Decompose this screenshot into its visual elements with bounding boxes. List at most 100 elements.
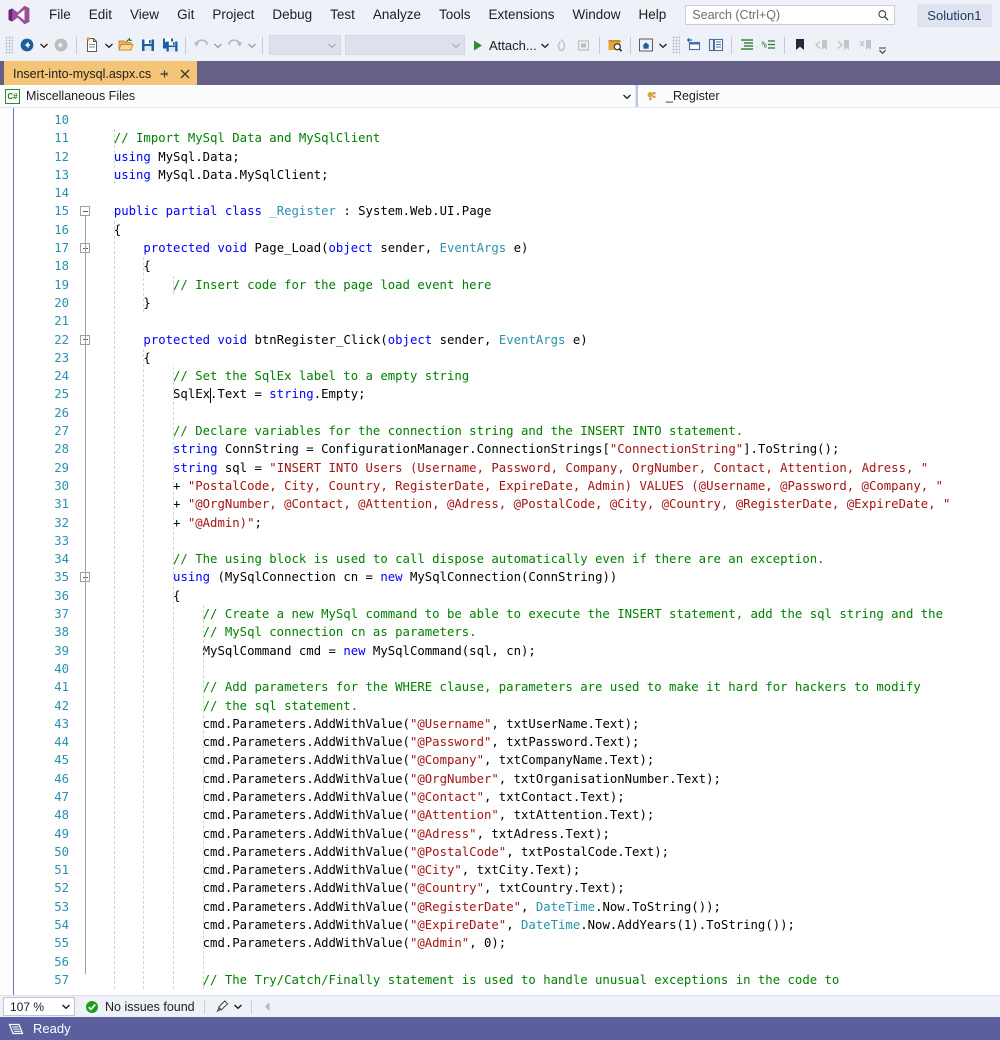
code-line[interactable]: // Insert code for the page load event h… bbox=[95, 276, 1000, 294]
code-cleanup-group[interactable] bbox=[214, 999, 242, 1015]
menu-item-edit[interactable]: Edit bbox=[80, 3, 121, 27]
hot-reload-button[interactable] bbox=[551, 34, 573, 56]
outline-toggle[interactable] bbox=[77, 331, 95, 349]
menu-item-test[interactable]: Test bbox=[321, 3, 364, 27]
new-item-button[interactable] bbox=[81, 34, 103, 56]
code-line[interactable]: // Add parameters for the WHERE clause, … bbox=[95, 678, 1000, 696]
navigate-forward-button[interactable] bbox=[50, 34, 72, 56]
code-line[interactable]: { bbox=[95, 587, 1000, 605]
code-line[interactable]: cmd.Parameters.AddWithValue("@PostalCode… bbox=[95, 843, 1000, 861]
code-line[interactable]: } bbox=[95, 294, 1000, 312]
code-line[interactable]: cmd.Parameters.AddWithValue("@Contact", … bbox=[95, 788, 1000, 806]
code-editor[interactable]: 10 11 12 13 14 15 16 17 18 19 20 21 22 23 24 25 26 27 28 29… bbox=[0, 108, 1000, 995]
previous-bookmark-button[interactable] bbox=[811, 34, 833, 56]
code-line[interactable]: cmd.Parameters.AddWithValue("@Country", … bbox=[95, 879, 1000, 897]
selection-margin[interactable] bbox=[0, 108, 13, 995]
properties-window-button[interactable] bbox=[683, 34, 705, 56]
pin-icon[interactable] bbox=[156, 66, 172, 82]
code-line[interactable]: + "PostalCode, City, Country, RegisterDa… bbox=[95, 477, 1000, 495]
code-line[interactable] bbox=[95, 312, 1000, 330]
menu-item-view[interactable]: View bbox=[121, 3, 168, 27]
code-line[interactable]: // The using block is used to call dispo… bbox=[95, 550, 1000, 568]
code-line[interactable] bbox=[95, 111, 1000, 129]
solution-platform-combo[interactable] bbox=[345, 35, 465, 55]
code-line[interactable]: // MySql connection cn as parameters. bbox=[95, 623, 1000, 641]
toolbar-grip[interactable] bbox=[5, 36, 13, 54]
menu-item-help[interactable]: Help bbox=[630, 3, 676, 27]
clear-bookmarks-button[interactable] bbox=[855, 34, 877, 56]
code-line[interactable]: string sql = "INSERT INTO Users (Usernam… bbox=[95, 459, 1000, 477]
menu-item-tools[interactable]: Tools bbox=[430, 3, 480, 27]
code-line[interactable]: // Set the SqlEx label to a empty string bbox=[95, 367, 1000, 385]
navigate-backward-dropdown[interactable] bbox=[38, 34, 50, 56]
code-line[interactable]: cmd.Parameters.AddWithValue("@ExpireDate… bbox=[95, 916, 1000, 934]
stop-button[interactable] bbox=[573, 34, 595, 56]
code-line[interactable]: cmd.Parameters.AddWithValue("@OrgNumber"… bbox=[95, 770, 1000, 788]
code-line[interactable]: + "@Admin)"; bbox=[95, 514, 1000, 532]
code-line[interactable]: cmd.Parameters.AddWithValue("@Company", … bbox=[95, 751, 1000, 769]
navigate-backward-button[interactable] bbox=[16, 34, 38, 56]
attach-debugger-button[interactable]: Attach... bbox=[467, 34, 551, 56]
code-line[interactable]: { bbox=[95, 349, 1000, 367]
project-dropdown-chevron[interactable] bbox=[619, 94, 635, 99]
code-line[interactable]: { bbox=[95, 257, 1000, 275]
code-line[interactable]: SqlEx.Text = string.Empty; bbox=[95, 385, 1000, 403]
menu-item-window[interactable]: Window bbox=[564, 3, 630, 27]
save-button[interactable] bbox=[137, 34, 159, 56]
code-line[interactable] bbox=[95, 953, 1000, 971]
toolbox-button[interactable] bbox=[705, 34, 727, 56]
document-tab-insert-into-mysql[interactable]: Insert-into-mysql.aspx.cs bbox=[4, 61, 198, 85]
code-line[interactable]: using (MySqlConnection cn = new MySqlCon… bbox=[95, 568, 1000, 586]
menu-item-git[interactable]: Git bbox=[168, 3, 203, 27]
code-line[interactable]: + "@OrgNumber, @Contact, @Attention, @Ad… bbox=[95, 495, 1000, 513]
solution-explorer-dropdown[interactable] bbox=[657, 34, 669, 56]
code-line[interactable]: { bbox=[95, 221, 1000, 239]
outline-toggle[interactable] bbox=[77, 239, 95, 257]
menu-item-analyze[interactable]: Analyze bbox=[364, 3, 430, 27]
open-file-button[interactable] bbox=[115, 34, 137, 56]
toolbar-overflow-button[interactable] bbox=[877, 33, 889, 57]
solution-name-chip[interactable]: Solution1 bbox=[917, 3, 992, 27]
redo-button[interactable] bbox=[224, 34, 246, 56]
code-line[interactable]: cmd.Parameters.AddWithValue("@RegisterDa… bbox=[95, 898, 1000, 916]
code-line[interactable]: using MySql.Data; bbox=[95, 148, 1000, 166]
solution-configuration-combo[interactable] bbox=[269, 35, 341, 55]
code-line[interactable]: // Create a new MySql command to be able… bbox=[95, 605, 1000, 623]
project-selector[interactable]: C# Miscellaneous Files bbox=[0, 85, 636, 107]
code-line[interactable]: // The Try/Catch/Finally statement is us… bbox=[95, 971, 1000, 989]
solution-explorer-button[interactable] bbox=[635, 34, 657, 56]
code-line[interactable] bbox=[95, 184, 1000, 202]
code-line[interactable]: MySqlCommand cmd = new MySqlCommand(sql,… bbox=[95, 642, 1000, 660]
code-line[interactable]: cmd.Parameters.AddWithValue("@Attention"… bbox=[95, 806, 1000, 824]
code-line[interactable]: cmd.Parameters.AddWithValue("@Admin", 0)… bbox=[95, 934, 1000, 952]
code-line[interactable]: // the sql statement. bbox=[95, 697, 1000, 715]
menu-item-debug[interactable]: Debug bbox=[263, 3, 321, 27]
type-member-selector[interactable]: _Register bbox=[636, 85, 1000, 107]
outline-toggle[interactable] bbox=[77, 568, 95, 586]
scroll-left-button[interactable] bbox=[263, 1001, 272, 1012]
search-input[interactable]: Search (Ctrl+Q) bbox=[685, 5, 896, 25]
zoom-level-combo[interactable]: 107 % bbox=[3, 997, 75, 1016]
save-all-button[interactable] bbox=[159, 34, 181, 56]
code-line[interactable]: cmd.Parameters.AddWithValue("@Password",… bbox=[95, 733, 1000, 751]
issues-status[interactable]: No issues found bbox=[85, 1000, 195, 1014]
new-item-dropdown[interactable] bbox=[103, 34, 115, 56]
toolbar-grip-secondary[interactable] bbox=[671, 36, 680, 54]
find-in-files-button[interactable] bbox=[604, 34, 626, 56]
menu-item-file[interactable]: File bbox=[40, 3, 80, 27]
comment-button[interactable]: % bbox=[758, 34, 780, 56]
code-line[interactable]: cmd.Parameters.AddWithValue("@Adress", t… bbox=[95, 825, 1000, 843]
code-line[interactable] bbox=[95, 404, 1000, 422]
code-line[interactable]: cmd.Parameters.AddWithValue("@City", txt… bbox=[95, 861, 1000, 879]
code-text-area[interactable]: // Import MySql Data and MySqlClient usi… bbox=[95, 108, 1000, 995]
code-line[interactable]: using MySql.Data.MySqlClient; bbox=[95, 166, 1000, 184]
menu-item-extensions[interactable]: Extensions bbox=[479, 3, 563, 27]
outlining-margin[interactable] bbox=[77, 108, 95, 995]
indent-button[interactable] bbox=[736, 34, 758, 56]
code-line[interactable] bbox=[95, 660, 1000, 678]
code-line[interactable]: protected void Page_Load(object sender, … bbox=[95, 239, 1000, 257]
outline-toggle[interactable] bbox=[77, 202, 95, 220]
close-icon[interactable] bbox=[177, 66, 193, 82]
menu-item-project[interactable]: Project bbox=[203, 3, 263, 27]
next-bookmark-button[interactable] bbox=[833, 34, 855, 56]
